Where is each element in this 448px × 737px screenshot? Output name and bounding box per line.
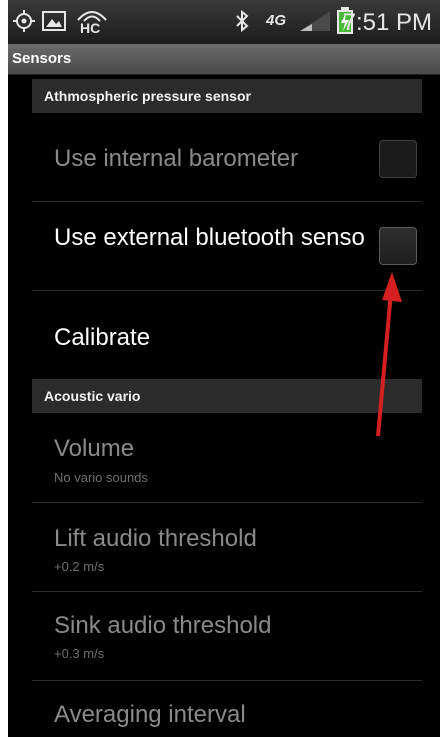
annotation-arrow-icon [376,272,402,437]
phone-screen: HC 4G 7:51 PM Sensors Athmospheric press… [8,0,440,737]
